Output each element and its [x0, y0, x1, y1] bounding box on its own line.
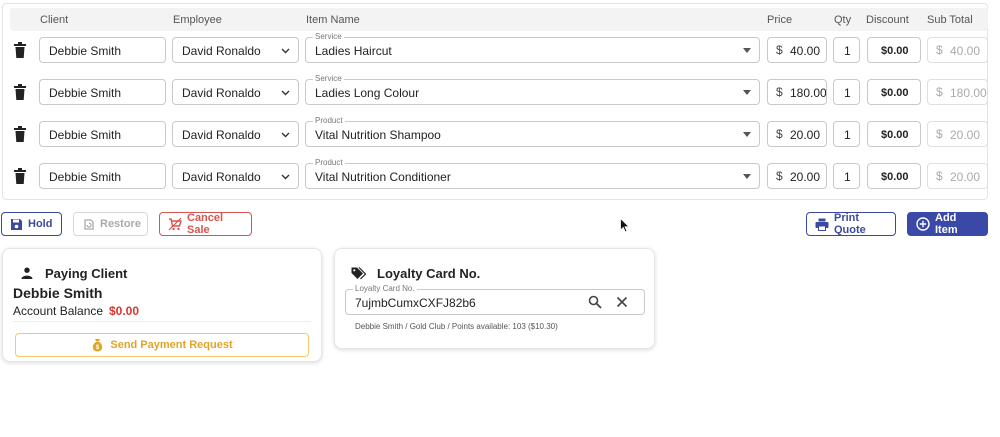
- account-balance-value: $0.00: [109, 304, 140, 318]
- qty-input[interactable]: 1: [833, 79, 860, 105]
- discount-field[interactable]: $0.00: [867, 79, 921, 105]
- person-icon: [21, 267, 33, 279]
- table-row: Debbie Smith David Ronaldo Service Ladies…: [3, 32, 989, 68]
- dropdown-caret-icon: [743, 174, 751, 179]
- restore-icon: [84, 218, 94, 230]
- account-balance-label: Account Balance: [13, 304, 104, 318]
- chevron-down-icon: [281, 90, 290, 96]
- price-input[interactable]: $20.00: [767, 121, 827, 147]
- plus-circle-icon: [916, 217, 930, 231]
- col-item-name: Item Name: [306, 14, 360, 26]
- send-payment-request-button[interactable]: $ Send Payment Request: [15, 333, 309, 357]
- paying-client-card: Paying Client Debbie Smith Account Balan…: [2, 248, 322, 362]
- table-row: Debbie Smith David Ronaldo Product Vital …: [3, 158, 989, 194]
- loyalty-card-input[interactable]: Loyalty Card No. 7ujmbCumxCXFJ82b6: [345, 284, 645, 315]
- money-bag-icon: $: [93, 339, 103, 352]
- trash-icon[interactable]: [13, 42, 27, 58]
- client-field[interactable]: Debbie Smith: [39, 37, 166, 63]
- table-header: Client Employee Item Name Price Qty Disc…: [10, 8, 988, 31]
- table-row: Debbie Smith David Ronaldo Product Vital …: [3, 116, 989, 152]
- client-field[interactable]: Debbie Smith: [39, 79, 166, 105]
- col-employee: Employee: [173, 14, 222, 26]
- mouse-cursor-icon: [620, 218, 630, 233]
- employee-select[interactable]: David Ronaldo: [172, 79, 299, 105]
- close-icon[interactable]: [616, 296, 628, 308]
- col-discount: Discount: [866, 14, 909, 26]
- discount-field[interactable]: $0.00: [867, 121, 921, 147]
- print-quote-button[interactable]: Print Quote: [806, 212, 896, 236]
- dropdown-caret-icon: [743, 90, 751, 95]
- col-price: Price: [767, 14, 793, 26]
- qty-input[interactable]: 1: [833, 37, 860, 63]
- restore-button[interactable]: Restore: [73, 212, 148, 236]
- table-row: Debbie Smith David Ronaldo Service Ladies…: [3, 74, 989, 110]
- subtotal-field: $40.00: [927, 37, 988, 63]
- paying-client-name: Debbie Smith: [13, 285, 103, 301]
- subtotal-field: $20.00: [927, 121, 988, 147]
- chevron-down-icon: [281, 48, 290, 54]
- divider: [13, 321, 311, 322]
- price-input[interactable]: $180.00: [767, 79, 827, 105]
- loyalty-card-title: Loyalty Card No.: [377, 266, 481, 281]
- search-icon[interactable]: [588, 295, 602, 309]
- item-select[interactable]: Product Vital Nutrition Shampoo: [305, 116, 760, 147]
- item-select[interactable]: Service Ladies Haircut: [305, 32, 760, 63]
- loyalty-card-panel: Loyalty Card No. Loyalty Card No. 7ujmbC…: [334, 248, 655, 349]
- chevron-down-icon: [281, 132, 290, 138]
- loyalty-card-info: Debbie Smith / Gold Club / Points availa…: [355, 322, 558, 331]
- employee-select[interactable]: David Ronaldo: [172, 121, 299, 147]
- employee-select[interactable]: David Ronaldo: [172, 37, 299, 63]
- printer-icon: [815, 218, 829, 231]
- paying-client-title: Paying Client: [45, 266, 128, 281]
- hold-button[interactable]: Hold: [1, 212, 62, 236]
- save-icon: [11, 218, 22, 230]
- discount-field[interactable]: $0.00: [867, 37, 921, 63]
- col-sub-total: Sub Total: [927, 14, 973, 26]
- col-client: Client: [40, 14, 69, 26]
- price-input[interactable]: $20.00: [767, 163, 827, 189]
- dropdown-caret-icon: [743, 48, 751, 53]
- employee-select[interactable]: David Ronaldo: [172, 163, 299, 189]
- subtotal-field: $180.00: [927, 79, 988, 105]
- tag-icon: [351, 267, 366, 280]
- item-select[interactable]: Service Ladies Long Colour: [305, 74, 760, 105]
- trash-icon[interactable]: [13, 126, 27, 142]
- cart-remove-icon: [168, 217, 182, 230]
- client-field[interactable]: Debbie Smith: [39, 163, 166, 189]
- chevron-down-icon: [281, 174, 290, 180]
- price-input[interactable]: $40.00: [767, 37, 827, 63]
- cancel-sale-button[interactable]: Cancel Sale: [159, 212, 252, 236]
- col-qty: Qty: [834, 14, 852, 26]
- discount-field[interactable]: $0.00: [867, 163, 921, 189]
- client-field[interactable]: Debbie Smith: [39, 121, 166, 147]
- item-select[interactable]: Product Vital Nutrition Conditioner: [305, 158, 760, 189]
- trash-icon[interactable]: [13, 84, 27, 100]
- qty-input[interactable]: 1: [833, 121, 860, 147]
- add-item-button[interactable]: Add Item: [907, 212, 988, 236]
- qty-input[interactable]: 1: [833, 163, 860, 189]
- sale-items-panel: Client Employee Item Name Price Qty Disc…: [2, 3, 988, 200]
- subtotal-field: $20.00: [927, 163, 988, 189]
- trash-icon[interactable]: [13, 168, 27, 184]
- dropdown-caret-icon: [743, 132, 751, 137]
